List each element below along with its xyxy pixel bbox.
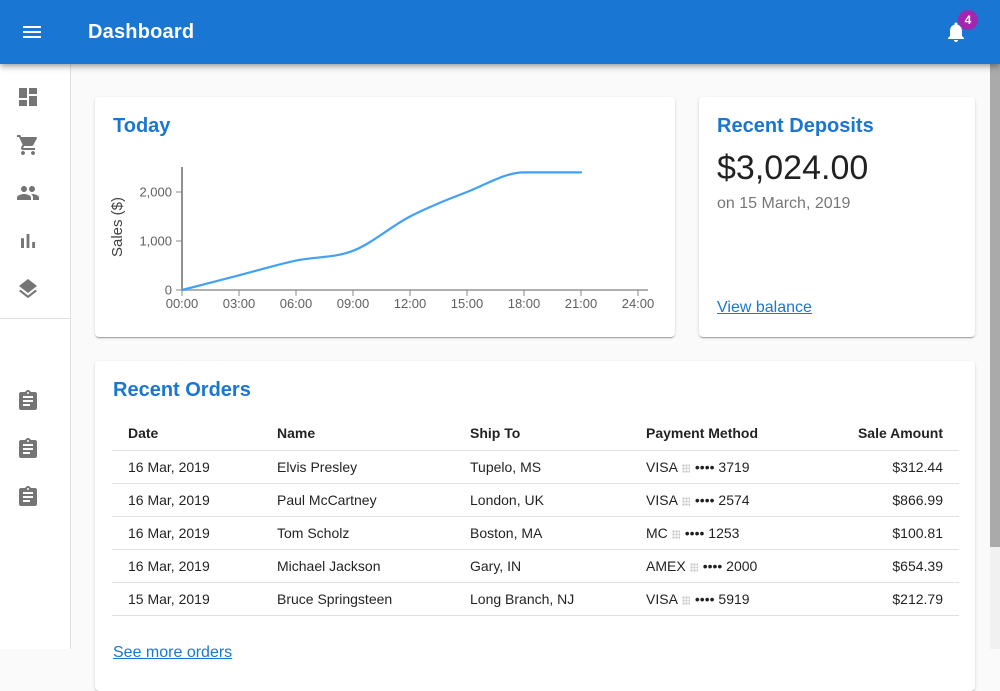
cell-sale-amount: $866.99 — [810, 483, 959, 516]
menu-icon[interactable] — [20, 20, 44, 44]
recent-deposits-card: Recent Deposits $3,024.00 on 15 March, 2… — [699, 97, 975, 337]
sidebar-item-dashboard[interactable] — [0, 73, 71, 121]
cell-payment-method: AMEX•••• 2000 — [630, 549, 810, 582]
cell-name: Michael Jackson — [261, 549, 454, 582]
today-card: Today 00:0003:0006:0009:0012:0015:0018:0… — [95, 97, 675, 337]
assignment-icon — [16, 485, 40, 509]
cell-sale-amount: $312.44 — [810, 450, 959, 483]
cell-date: 16 Mar, 2019 — [112, 450, 261, 483]
view-balance-link[interactable]: View balance — [717, 299, 812, 317]
missing-glyph-icon — [690, 563, 698, 572]
cell-ship-to: Tupelo, MS — [454, 450, 630, 483]
svg-text:1,000: 1,000 — [139, 234, 172, 249]
svg-text:15:00: 15:00 — [451, 296, 484, 311]
table-row: 16 Mar, 2019Michael JacksonGary, INAMEX•… — [112, 549, 959, 582]
assignment-icon — [16, 389, 40, 413]
svg-text:21:00: 21:00 — [565, 296, 598, 311]
cell-ship-to: Gary, IN — [454, 549, 630, 582]
column-header-ship-to: Ship To — [454, 417, 630, 450]
svg-text:18:00: 18:00 — [508, 296, 541, 311]
cell-name: Elvis Presley — [261, 450, 454, 483]
svg-text:09:00: 09:00 — [337, 296, 370, 311]
page-title: Dashboard — [88, 0, 194, 64]
dashboard-icon — [16, 85, 40, 109]
sidebar-item-reports[interactable] — [0, 217, 71, 265]
sidebar-item-orders[interactable] — [0, 121, 71, 169]
sidebar-item-saved-report-2[interactable] — [0, 425, 71, 473]
cell-payment-method: VISA•••• 3719 — [630, 450, 810, 483]
cell-name: Tom Scholz — [261, 516, 454, 549]
table-row: 15 Mar, 2019Bruce SpringsteenLong Branch… — [112, 582, 959, 615]
table-row: 16 Mar, 2019Tom ScholzBoston, MAMC•••• 1… — [112, 516, 959, 549]
sidebar-item-customers[interactable] — [0, 169, 71, 217]
table-row: 16 Mar, 2019Elvis PresleyTupelo, MSVISA•… — [112, 450, 959, 483]
orders-card-title: Recent Orders — [113, 379, 251, 402]
missing-glyph-icon — [682, 464, 690, 473]
assignment-icon — [16, 437, 40, 461]
deposit-amount: $3,024.00 — [717, 149, 868, 188]
orders-table: DateNameShip ToPayment MethodSale Amount… — [112, 417, 959, 616]
cell-date: 16 Mar, 2019 — [112, 483, 261, 516]
cell-date: 16 Mar, 2019 — [112, 549, 261, 582]
cell-ship-to: London, UK — [454, 483, 630, 516]
scrollbar-thumb[interactable] — [990, 64, 1000, 547]
cell-date: 15 Mar, 2019 — [112, 582, 261, 615]
missing-glyph-icon — [672, 530, 680, 539]
cell-name: Bruce Springsteen — [261, 582, 454, 615]
cell-sale-amount: $654.39 — [810, 549, 959, 582]
column-header-payment-method: Payment Method — [630, 417, 810, 450]
cell-sale-amount: $212.79 — [810, 582, 959, 615]
svg-text:06:00: 06:00 — [280, 296, 313, 311]
column-header-sale-amount: Sale Amount — [810, 417, 959, 450]
svg-text:2,000: 2,000 — [139, 185, 172, 200]
notifications-badge: 4 — [958, 10, 978, 30]
missing-glyph-icon — [682, 596, 690, 605]
sales-line-chart: 00:00 03:00 06:00 09:00 12:00 15:00 18:00 21:00… — [95, 97, 675, 337]
recent-orders-card: Recent Orders DateNameShip ToPayment Met… — [95, 361, 975, 691]
sidebar-divider — [0, 318, 71, 319]
sidebar-item-saved-report-3[interactable] — [0, 473, 71, 521]
deposit-date: on 15 March, 2019 — [717, 195, 850, 213]
svg-text:00:00: 00:00 — [166, 296, 199, 311]
cell-ship-to: Long Branch, NJ — [454, 582, 630, 615]
bar-chart-icon — [16, 229, 40, 253]
layers-icon — [16, 277, 40, 301]
svg-text:03:00: 03:00 — [223, 296, 256, 311]
column-header-date: Date — [112, 417, 261, 450]
shopping-cart-icon — [16, 133, 40, 157]
cell-name: Paul McCartney — [261, 483, 454, 516]
svg-text:0: 0 — [165, 283, 172, 298]
cell-date: 16 Mar, 2019 — [112, 516, 261, 549]
svg-text:Sales ($): Sales ($) — [109, 197, 126, 257]
cell-payment-method: VISA•••• 5919 — [630, 582, 810, 615]
missing-glyph-icon — [682, 497, 690, 506]
table-row: 16 Mar, 2019Paul McCartneyLondon, UKVISA… — [112, 483, 959, 516]
orders-table-header-row: DateNameShip ToPayment MethodSale Amount — [112, 417, 959, 450]
cell-ship-to: Boston, MA — [454, 516, 630, 549]
cell-payment-method: MC•••• 1253 — [630, 516, 810, 549]
sidebar-item-integrations[interactable] — [0, 265, 71, 313]
deposits-card-title: Recent Deposits — [717, 115, 874, 138]
svg-text:24:00: 24:00 — [622, 296, 655, 311]
cell-payment-method: VISA•••• 2574 — [630, 483, 810, 516]
people-icon — [16, 181, 40, 205]
column-header-name: Name — [261, 417, 454, 450]
see-more-orders-link[interactable]: See more orders — [113, 644, 232, 662]
sidebar-item-saved-report-1[interactable] — [0, 377, 71, 425]
svg-text:12:00: 12:00 — [394, 296, 427, 311]
cell-sale-amount: $100.81 — [810, 516, 959, 549]
app-bar: Dashboard 4 — [0, 0, 1000, 64]
sidebar — [0, 64, 71, 649]
